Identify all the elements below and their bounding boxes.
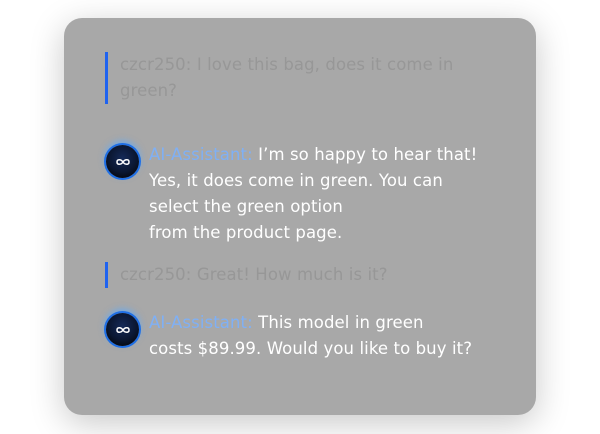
user-name: czcr250: — [120, 265, 192, 284]
message-text: select the green option — [149, 197, 343, 216]
chat-card: czcr250: I love this bag, does it come i… — [64, 18, 536, 415]
assistant-avatar — [106, 145, 139, 178]
assistant-name: AI-Assistant: — [149, 145, 253, 164]
message-text: from the product page. — [149, 223, 343, 242]
message-text: costs $89.99. Would you like to buy it? — [149, 339, 473, 358]
infinity-icon — [115, 158, 130, 165]
message-text: I’m so happy to hear that! — [258, 145, 478, 164]
message-text: Great! How much is it? — [196, 265, 388, 284]
user-message: czcr250: Great! How much is it? — [105, 262, 490, 288]
user-message: czcr250: I love this bag, does it come i… — [105, 52, 490, 104]
assistant-name: AI-Assistant: — [149, 313, 253, 332]
message-text: Yes, it does come in green. You can — [149, 171, 443, 190]
message-text: This model in green — [258, 313, 424, 332]
message-text: I love this bag, does it come in — [196, 55, 454, 74]
infinity-icon — [115, 326, 130, 333]
assistant-avatar — [106, 313, 139, 346]
message-text: green? — [120, 81, 178, 100]
user-name: czcr250: — [120, 55, 192, 74]
